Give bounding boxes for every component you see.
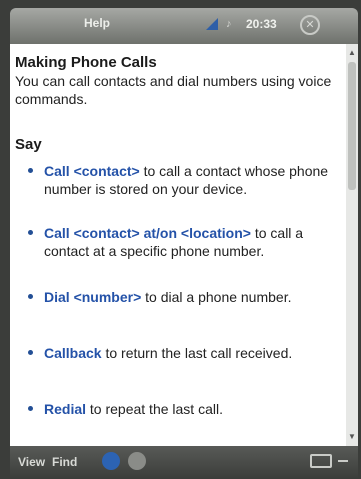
input-menu-icon[interactable] xyxy=(338,460,348,462)
list-item-text: Call <contact> at/on <location> to call … xyxy=(44,224,340,260)
forward-icon[interactable] xyxy=(128,452,146,470)
list-item-text: Callback to return the last call receive… xyxy=(44,344,340,362)
voice-command: Dial <number> xyxy=(44,289,142,305)
window-title: Help xyxy=(84,16,111,30)
keyboard-icon[interactable] xyxy=(310,454,332,468)
find-button[interactable]: Find xyxy=(52,455,77,469)
close-icon[interactable]: ✕ xyxy=(300,15,320,35)
bullet-icon xyxy=(28,230,33,235)
title-bar: Help ♪ 20:33 ✕ xyxy=(10,8,358,44)
list-item-text: Call <contact> to call a contact whose p… xyxy=(44,162,340,198)
list-item-text: Redial to repeat the last call. xyxy=(44,400,340,418)
speaker-icon: ♪ xyxy=(226,18,232,30)
scrollbar[interactable]: ▲ ▼ xyxy=(346,44,358,446)
scroll-up-icon[interactable]: ▲ xyxy=(348,48,356,58)
page-title: Making Phone Calls xyxy=(15,54,157,71)
scroll-down-icon[interactable]: ▼ xyxy=(348,432,356,442)
voice-command: Redial xyxy=(44,401,87,417)
help-content: Making Phone Calls You can call contacts… xyxy=(10,44,346,446)
say-heading: Say xyxy=(15,136,42,153)
command-description: to dial a phone number. xyxy=(141,289,292,305)
list-item-text: Dial <number> to dial a phone number. xyxy=(44,288,340,306)
bullet-icon xyxy=(28,406,33,411)
command-description: to repeat the last call. xyxy=(86,401,223,417)
command-description: to return the last call received. xyxy=(101,345,293,361)
bullet-icon xyxy=(28,294,33,299)
bullet-icon xyxy=(28,168,33,173)
view-button[interactable]: View xyxy=(18,455,45,469)
voice-command: Call <contact> xyxy=(44,163,140,179)
bullet-icon xyxy=(28,350,33,355)
voice-command: Callback xyxy=(44,345,102,361)
bottom-toolbar: View Find xyxy=(10,446,358,479)
device-frame: Help ♪ 20:33 ✕ Making Phone Calls You ca… xyxy=(0,0,361,479)
back-icon[interactable] xyxy=(102,452,120,470)
scroll-thumb[interactable] xyxy=(348,62,356,190)
clock-time: 20:33 xyxy=(246,17,277,31)
voice-command: Call <contact> at/on <location> xyxy=(44,225,251,241)
intro-text: You can call contacts and dial numbers u… xyxy=(15,73,332,107)
signal-icon xyxy=(206,18,218,30)
